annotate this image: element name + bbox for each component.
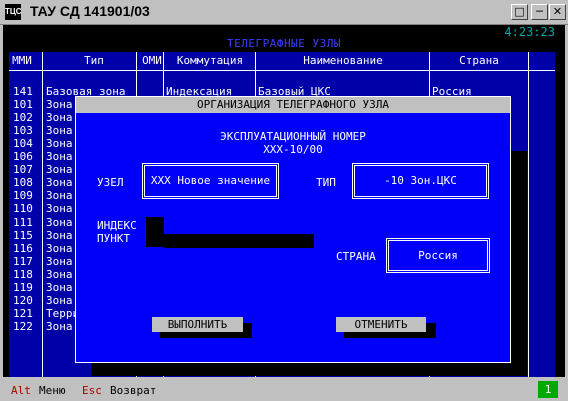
cell-mmi: 118 [13, 268, 33, 281]
esc-key-hint[interactable]: Esc [82, 384, 102, 397]
cell-mmi: 108 [13, 176, 33, 189]
dialog-title: ОРГАНИЗАЦИЯ ТЕЛЕГРАФНОГО УЗЛА [76, 97, 510, 113]
app-icon: ТЦС [5, 4, 22, 20]
cell-mmi: 120 [13, 294, 33, 307]
console-area: ТЕЛЕГРАФНЫЕ УЗЛЫ 4:23:23 ММИ Тип ОМИ Ком… [3, 25, 565, 377]
cell-mmi: 109 [13, 189, 33, 202]
node-label: УЗЕЛ [97, 176, 124, 189]
operational-number-value: XXX-10/00 [263, 143, 323, 156]
cell-mmi: 101 [13, 98, 33, 111]
cell-mmi: 106 [13, 150, 33, 163]
cell-mmi: 104 [13, 137, 33, 150]
window-titlebar: ТЦС ТАУ СД 141901/03 □ ─ ✕ [0, 0, 568, 25]
cell-mmi: 122 [13, 320, 33, 333]
maximize-button[interactable]: □ [511, 4, 528, 20]
cell-mmi: 115 [13, 229, 33, 242]
execute-button[interactable]: ВЫПОЛНИТЬ [152, 317, 243, 332]
point-input[interactable] [164, 234, 314, 248]
cell-mmi: 121 [13, 307, 33, 320]
operational-number-label: ЭКСПЛУАТАЦИОННЫЙ НОМЕР [220, 130, 366, 143]
cell-mmi: 107 [13, 163, 33, 176]
index-label: ИНДЕКС [97, 219, 137, 232]
column-header-name[interactable]: Наименование [256, 52, 430, 70]
point-label: ПУНКТ [97, 232, 131, 245]
cell-mmi: 141 [13, 85, 33, 98]
country-field[interactable]: Россия [387, 239, 489, 272]
index-input[interactable] [146, 217, 164, 247]
cell-mmi: 117 [13, 255, 33, 268]
node-field[interactable]: XXX Новое значение [143, 164, 278, 198]
header-divider [9, 70, 555, 71]
cell-mmi: 102 [13, 111, 33, 124]
window-title: ТАУ СД 141901/03 [30, 3, 150, 19]
status-bar: Alt Меню Esc Возврат 1 [0, 378, 568, 401]
clock: 4:23:23 [504, 25, 555, 39]
cell-mmi: 116 [13, 242, 33, 255]
page-indicator: 1 [538, 381, 558, 398]
type-label: ТИП [316, 176, 336, 189]
column-header-mmi[interactable]: ММИ [9, 52, 35, 70]
cell-mmi: 103 [13, 124, 33, 137]
menu-hint: Меню [39, 384, 66, 397]
organize-node-dialog: ОРГАНИЗАЦИЯ ТЕЛЕГРАФНОГО УЗЛА ЭКСПЛУАТАЦ… [75, 96, 511, 363]
column-header-type[interactable]: Тип [49, 52, 139, 70]
column-header-switching[interactable]: Коммутация [165, 52, 255, 70]
cell-mmi: 110 [13, 202, 33, 215]
close-button[interactable]: ✕ [549, 4, 566, 20]
cell-mmi: 111 [13, 216, 33, 229]
column-header-country[interactable]: Страна [430, 52, 528, 70]
cancel-button[interactable]: ОТМЕНИТЬ [336, 317, 426, 332]
back-hint: Возврат [110, 384, 157, 397]
screen-title: ТЕЛЕГРАФНЫЕ УЗЛЫ [227, 37, 341, 50]
country-label: СТРАНА [336, 250, 376, 263]
minimize-button[interactable]: ─ [531, 4, 548, 20]
column-header-omi[interactable]: ОМИ [139, 52, 165, 70]
alt-key-hint[interactable]: Alt [11, 384, 31, 397]
type-field[interactable]: -10 Зон.ЦКС [353, 164, 488, 198]
cell-mmi: 119 [13, 281, 33, 294]
